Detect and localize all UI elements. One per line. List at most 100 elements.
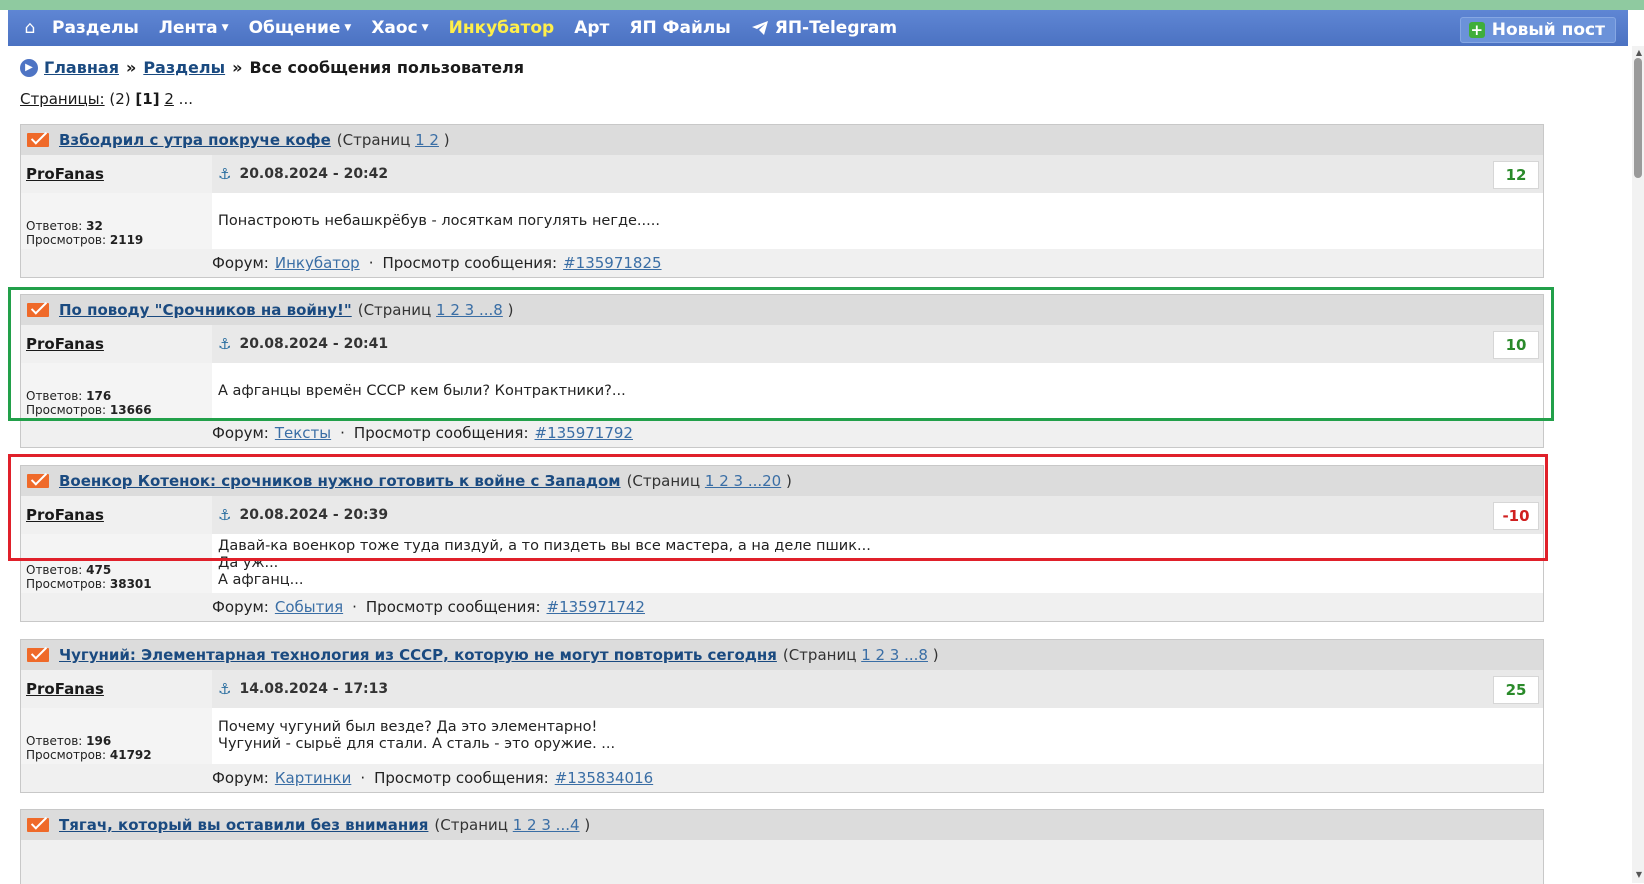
breadcrumb: ▶ Главная » Разделы » Все сообщения поль… (20, 58, 524, 77)
topic-title-link[interactable]: Военкор Котенок: срочников нужно готовит… (59, 472, 621, 490)
pages-prefix: (Страниц (626, 472, 701, 490)
nav-label: Разделы (52, 18, 139, 38)
replies-label: Ответов: (26, 219, 83, 233)
post-footer: Форум: Картинки · Просмотр сообщения: #1… (212, 764, 1543, 792)
forum-link[interactable]: Картинки (275, 769, 351, 787)
pagination-count: (2) (109, 90, 131, 108)
post-date: 20.08.2024 - 20:42 (239, 166, 389, 182)
topic-title-link[interactable]: Чугуний: Элементарная технология из СССР… (59, 646, 777, 664)
nav-item-telegram[interactable]: ЯП-Telegram (751, 18, 897, 38)
topic-pages-links[interactable]: 1 2 (415, 131, 439, 149)
telegram-icon (751, 21, 768, 35)
topic-title-link[interactable]: Взбодрил с утра покруче кофе (59, 131, 331, 149)
anchor-icon[interactable]: ⚓ (218, 680, 231, 698)
post-id-link[interactable]: #135971792 (535, 424, 633, 442)
author-link[interactable]: ProFanas (21, 325, 212, 363)
anchor-icon[interactable]: ⚓ (218, 335, 231, 353)
forum-link[interactable]: Тексты (275, 424, 331, 442)
envelope-icon (27, 474, 49, 488)
post-excerpt: Понастроють небашкрёбув - лосяткам погул… (212, 193, 1543, 249)
footer-separator: · (360, 769, 366, 787)
new-post-label: Новый пост (1491, 20, 1605, 40)
nav-item-sections[interactable]: Разделы (52, 18, 139, 38)
replies-count: 475 (86, 563, 112, 577)
topic-card: Взбодрил с утра покруче кофе (Страниц 1 … (20, 124, 1544, 278)
views-label: Просмотров: (26, 577, 107, 591)
excerpt-line: Понастроють небашкрёбув - лосяткам погул… (218, 213, 660, 229)
scroll-up-arrow-icon[interactable]: ▲ (1636, 48, 1642, 57)
nav-item-art[interactable]: Арт (574, 18, 609, 38)
nav-label: Лента (158, 18, 218, 38)
forum-link[interactable]: События (275, 598, 343, 616)
post-rating: 10 (1493, 331, 1539, 359)
breadcrumb-home-link[interactable]: Главная (44, 58, 119, 77)
replies-count: 196 (86, 734, 112, 748)
topic-header: Тягач, который вы оставили без внимания … (21, 810, 1543, 840)
topic-title-link[interactable]: По поводу "Срочников на войну!" (59, 301, 352, 319)
anchor-icon[interactable]: ⚓ (218, 165, 231, 183)
nav-item-incubator[interactable]: Инкубатор (449, 18, 555, 38)
home-icon[interactable]: ⌂ (8, 18, 52, 38)
topic-header: Военкор Котенок: срочников нужно готовит… (21, 466, 1543, 496)
post-id-link[interactable]: #135971742 (547, 598, 645, 616)
footer-separator: · (340, 424, 345, 442)
new-post-button[interactable]: + Новый пост (1459, 17, 1616, 43)
views-label: Просмотров: (26, 748, 107, 762)
scrollbar-thumb[interactable] (1634, 58, 1642, 178)
breadcrumb-sections-link[interactable]: Разделы (143, 58, 225, 77)
nav-item-chaos[interactable]: Хаос ▼ (371, 18, 428, 38)
pagination-page-2[interactable]: 2 (164, 90, 174, 108)
topic-card: Военкор Котенок: срочников нужно готовит… (20, 465, 1544, 622)
nav-label: Арт (574, 18, 610, 38)
post-id-link[interactable]: #135834016 (555, 769, 653, 787)
pages-suffix: ) (786, 472, 792, 490)
post-footer: Форум: Инкубатор · Просмотр сообщения: #… (212, 249, 1543, 277)
pages-prefix: (Страниц (336, 131, 411, 149)
nav-item-files[interactable]: ЯП Файлы (629, 18, 730, 38)
pages-prefix: (Страниц (357, 301, 432, 319)
pagination-more[interactable]: ... (179, 90, 193, 108)
views-count: 41792 (109, 748, 152, 762)
topic-card: Тягач, который вы оставили без внимания … (20, 809, 1544, 884)
topic-stats: Ответов: 176 Просмотров: 13666 (21, 363, 212, 419)
breadcrumb-current: Все сообщения пользователя (249, 58, 525, 77)
view-post-label: Просмотр сообщения: (365, 598, 541, 616)
topic-title-link[interactable]: Тягач, который вы оставили без внимания (59, 816, 428, 834)
topic-pages-links[interactable]: 1 2 3 ...8 (861, 646, 928, 664)
footer-separator: · (368, 254, 374, 272)
topic-card: По поводу "Срочников на войну!" (Страниц… (20, 294, 1544, 448)
anchor-icon[interactable]: ⚓ (218, 506, 231, 524)
topic-pages: (Страниц 1 2 ) (337, 131, 450, 149)
author-link[interactable]: ProFanas (21, 496, 212, 534)
scroll-down-arrow-icon[interactable]: ▼ (1636, 870, 1642, 879)
topic-stats: Ответов: 196 Просмотров: 41792 (21, 708, 212, 764)
post-footer: Форум: События · Просмотр сообщения: #13… (212, 593, 1543, 621)
topic-pages-links[interactable]: 1 2 3 ...4 (513, 816, 580, 834)
forum-label: Форум: (212, 254, 269, 272)
nav-item-social[interactable]: Общение ▼ (249, 18, 352, 38)
topic-pages: (Страниц 1 2 3 ...8 ) (358, 301, 514, 319)
topic-stats: Ответов: 32 Просмотров: 2119 (21, 193, 212, 249)
excerpt-line: А афганцы времён СССР кем были? Контракт… (218, 383, 626, 399)
breadcrumb-separator: » (232, 58, 243, 77)
post-rating: -10 (1493, 502, 1539, 530)
post-excerpt: А афганцы времён СССР кем были? Контракт… (212, 363, 1543, 419)
topic-pages-links[interactable]: 1 2 3 ...8 (436, 301, 503, 319)
topic-header: По поводу "Срочников на войну!" (Страниц… (21, 295, 1543, 325)
post-date: 14.08.2024 - 17:13 (239, 681, 389, 697)
post-id-link[interactable]: #135971825 (563, 254, 661, 272)
topic-pages-links[interactable]: 1 2 3 ...20 (705, 472, 781, 490)
nav-label: Хаос (371, 18, 418, 38)
nav-item-feed[interactable]: Лента ▼ (159, 18, 229, 38)
pages-suffix: ) (443, 131, 450, 149)
envelope-icon (27, 303, 49, 317)
author-link[interactable]: ProFanas (21, 155, 212, 193)
forum-link[interactable]: Инкубатор (275, 254, 360, 272)
views-count: 13666 (109, 403, 152, 417)
replies-count: 32 (86, 219, 103, 233)
pagination-label[interactable]: Страницы: (20, 90, 105, 108)
author-link[interactable]: ProFanas (21, 670, 212, 708)
excerpt-line: Давай-ка военкор тоже туда пиздуй, а то … (218, 538, 871, 554)
excerpt-line: Почему чугуний был везде? Да это элемент… (218, 719, 598, 735)
pagination-current: [1] (135, 90, 160, 108)
